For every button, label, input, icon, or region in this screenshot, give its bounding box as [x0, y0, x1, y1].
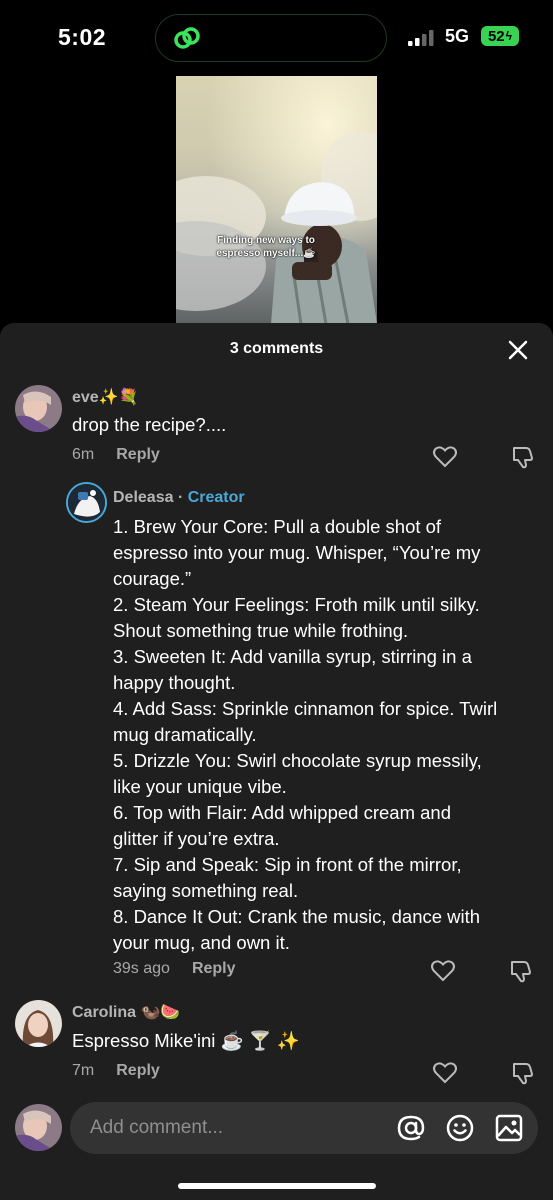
comment-input-bar	[70, 1102, 538, 1154]
recipe-line: 7. Sip and Speak: Sip in front of the mi…	[113, 854, 462, 875]
recipe-line: glitter if you’re extra.	[113, 828, 280, 849]
recipe-line: 3. Sweeten It: Add vanilla syrup, stirri…	[113, 646, 472, 667]
network-type: 5G	[445, 26, 470, 46]
close-icon[interactable]	[507, 339, 529, 361]
reply-button[interactable]: Reply	[116, 1062, 160, 1080]
dislike-thumb-icon[interactable]	[508, 959, 534, 983]
avatar-carolina[interactable]	[15, 1000, 62, 1047]
battery-icon: 52 ϟ	[481, 26, 519, 46]
dislike-thumb-icon[interactable]	[510, 1061, 536, 1085]
comment-text: drop the recipe?....	[72, 414, 227, 435]
like-heart-icon[interactable]	[430, 959, 456, 983]
creator-recipe-text: 1. Brew Your Core: Pull a double shot of…	[113, 514, 497, 956]
charging-bolt-icon: ϟ	[505, 29, 513, 43]
comment-timestamp: 7m	[72, 1062, 95, 1079]
comment-timestamp: 39s ago	[113, 960, 170, 977]
comment-username[interactable]: Deleasa	[113, 489, 174, 506]
clock: 5:02	[58, 24, 107, 50]
creator-badge: Creator	[187, 489, 245, 506]
reply-button[interactable]: Reply	[192, 960, 236, 978]
video-scene-image	[176, 76, 377, 324]
dislike-thumb-icon[interactable]	[510, 445, 536, 469]
like-heart-icon[interactable]	[432, 1061, 458, 1085]
current-user-avatar[interactable]	[15, 1104, 62, 1151]
reply-button[interactable]: Reply	[116, 446, 160, 464]
avatar-eve-image	[15, 385, 62, 432]
recipe-line: 6. Top with Flair: Add whipped cream and	[113, 802, 451, 823]
dynamic-island[interactable]	[155, 14, 387, 62]
recipe-line: like your unique vibe.	[113, 776, 287, 797]
recipe-line: Shout something true while frothing.	[113, 620, 409, 641]
like-heart-icon[interactable]	[432, 445, 458, 469]
current-user-avatar-image	[15, 1104, 62, 1151]
avatar-eve[interactable]	[15, 385, 62, 432]
avatar-deleasa[interactable]	[66, 482, 107, 523]
comment-timestamp: 6m	[72, 446, 95, 463]
recipe-line: espresso into your mug. Whisper, “You’re…	[113, 542, 481, 563]
recipe-line: happy thought.	[113, 672, 236, 693]
recipe-line: mug dramatically.	[113, 724, 257, 745]
avatar-deleasa-image	[68, 484, 105, 521]
comment-meta: 39s ago Reply	[113, 960, 236, 978]
avatar-carolina-image	[15, 1000, 62, 1047]
recipe-line: 4. Add Sass: Sprinkle cinnamon for spice…	[113, 698, 498, 719]
home-indicator[interactable]	[178, 1183, 376, 1189]
comment-meta: 7m Reply	[72, 1062, 160, 1080]
video-preview[interactable]: Finding new ways to espresso myself...☕	[176, 76, 377, 324]
recipe-line: 8. Dance It Out: Crank the music, dance …	[113, 906, 481, 927]
creator-username-line[interactable]: Deleasa · Creator	[113, 489, 245, 507]
cellular-signal-icon	[408, 30, 434, 46]
recipe-line: 1. Brew Your Core: Pull a double shot of	[113, 516, 442, 537]
comments-count-title: 3 comments	[229, 340, 324, 357]
image-gallery-icon[interactable]	[495, 1114, 523, 1142]
mention-at-icon[interactable]	[397, 1114, 425, 1142]
emoji-smile-icon[interactable]	[446, 1114, 474, 1142]
recipe-line: courage.”	[113, 568, 192, 589]
video-caption: Finding new ways to espresso myself...☕	[216, 235, 316, 259]
status-bar: 5:02 5G 52 ϟ	[0, 0, 553, 76]
add-comment-input[interactable]	[90, 1102, 380, 1154]
comment-username[interactable]: eve✨💐	[72, 387, 139, 407]
recipe-line: 5. Drizzle You: Swirl chocolate syrup me…	[113, 750, 482, 771]
battery-level: 52	[487, 27, 505, 45]
comment-meta: 6m Reply	[72, 446, 160, 464]
link-loop-icon	[174, 27, 200, 49]
recipe-line: your mug, and own it.	[113, 932, 290, 953]
recipe-line: 2. Steam Your Feelings: Froth milk until…	[113, 594, 480, 615]
name-separator: ·	[173, 489, 188, 506]
comment-username[interactable]: Carolina 🦦🍉	[72, 1002, 180, 1022]
recipe-line: saying something real.	[113, 880, 299, 901]
comment-text: Espresso Mike'ini ☕ 🍸 ✨	[72, 1030, 300, 1051]
